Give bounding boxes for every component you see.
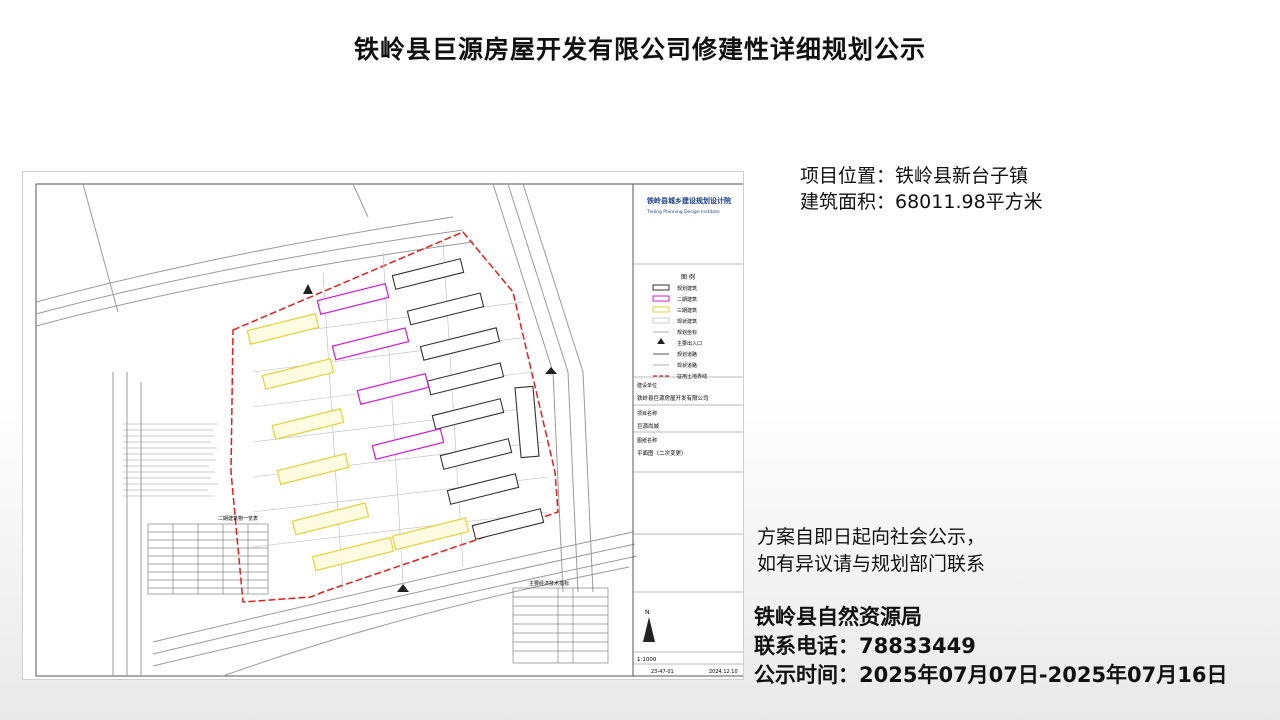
- public-notice: 方案自即日起向社会公示， 如有异议请与规划部门联系: [757, 524, 985, 578]
- notice-line-1: 方案自即日起向社会公示，: [757, 526, 986, 548]
- site-plan-drawing: 二期建筑物一览表 主要经济技术指标 铁岭县城乡建设规划设计院 Tieling P…: [22, 171, 744, 680]
- legend-label: 现状建筑: [677, 318, 697, 325]
- legend-labels: 规划建筑 二期建筑 三期建筑 现状建筑 规划坐标 主要出入口 规划道路 现状道路…: [677, 285, 707, 380]
- planned-buildings: [391, 258, 545, 540]
- project-area: 建筑面积：68011.98平方米: [800, 191, 1043, 213]
- notes-text-lines: [123, 423, 218, 497]
- project-info: 项目位置：铁岭县新台子镇 建筑面积：68011.98平方米: [800, 163, 1043, 215]
- legend-label: 二期建筑: [677, 296, 697, 303]
- project-name: 巨源尚城: [637, 422, 660, 430]
- north-arrow-icon: N: [643, 609, 655, 642]
- client-label: 建设单位: [637, 382, 657, 389]
- stats-table: [512, 587, 609, 664]
- agency-name: 铁岭县自然资源局: [754, 605, 922, 629]
- drawing-name: 平面图（二次变更）: [637, 449, 687, 457]
- project-location: 项目位置：铁岭县新台子镇: [800, 165, 1029, 187]
- legend-label: 三期建筑: [677, 307, 697, 314]
- stats-table-title: 主要经济技术指标: [529, 580, 569, 587]
- contact-phone: 联系电话：78833449: [754, 634, 976, 658]
- institute-name: 铁岭县城乡建设规划设计院: [647, 196, 731, 205]
- legend-label: 规划道路: [677, 351, 697, 358]
- notice-line-2: 如有异议请与规划部门联系: [757, 553, 986, 575]
- title-block: [632, 184, 743, 676]
- phase2-table-title: 二期建筑物一览表: [218, 515, 258, 522]
- project-label: 项目名称: [637, 410, 657, 417]
- scale: 1:1000: [637, 657, 657, 663]
- drawing-number: 23-47-01: [651, 669, 674, 675]
- legend-label: 主要出入口: [677, 340, 702, 347]
- legend-swatches: [652, 284, 670, 377]
- legend-label: 规划坐标: [677, 329, 697, 336]
- drawing-date: 2024.12.10: [709, 669, 738, 675]
- institute-name-en: Tieling Planning Design Institute: [646, 209, 720, 215]
- legend-label: 征用土地界线: [677, 373, 707, 380]
- drawing-name-label: 图纸名称: [637, 437, 657, 444]
- legend-label: 现状道路: [677, 362, 697, 369]
- footer-info: 铁岭县自然资源局 联系电话：78833449 公示时间：2025年07月07日-…: [754, 603, 1228, 690]
- legend-title: 图 例: [681, 273, 695, 281]
- page-title: 铁岭县巨源房屋开发有限公司修建性详细规划公示: [353, 35, 926, 64]
- client-name: 铁岭县巨源房屋开发有限公司: [637, 394, 709, 402]
- svg-text:N: N: [645, 609, 650, 616]
- notice-period: 公示时间：2025年07月07日-2025年07月16日: [754, 663, 1228, 687]
- legend-label: 规划建筑: [677, 285, 697, 292]
- site-plan-svg: 二期建筑物一览表 主要经济技术指标 铁岭县城乡建设规划设计院 Tieling P…: [35, 183, 743, 677]
- phase2-table: [147, 523, 269, 595]
